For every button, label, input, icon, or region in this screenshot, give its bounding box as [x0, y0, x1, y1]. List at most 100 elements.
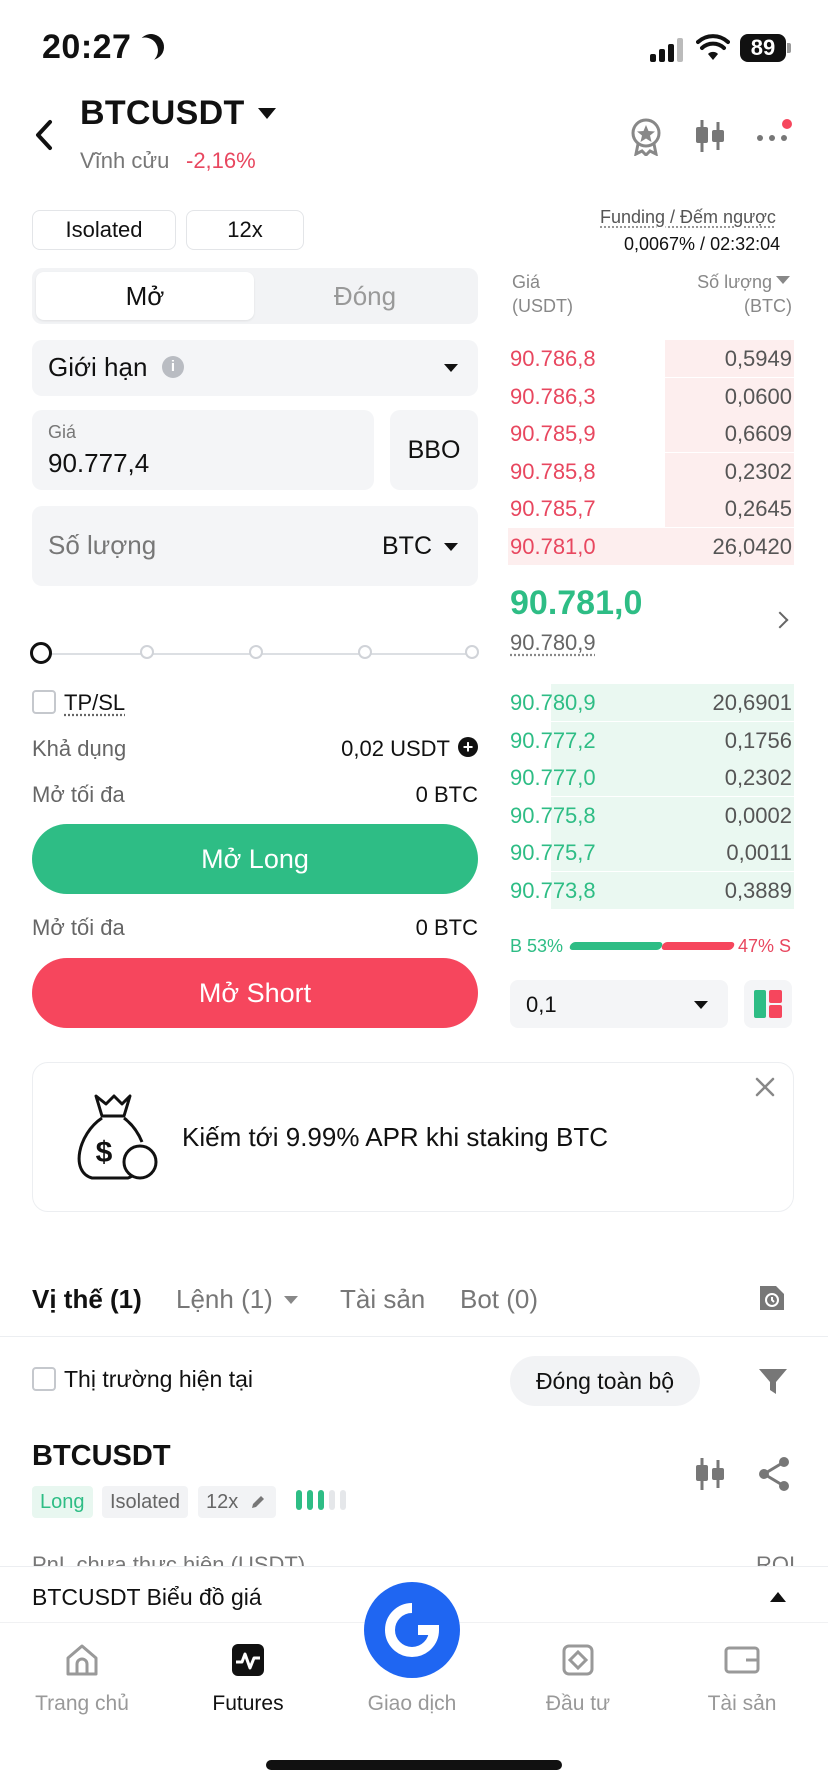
chevron-down-icon	[444, 543, 458, 551]
orderbook-price-header: Giá (USDT)	[512, 270, 573, 318]
quantity-unit-select[interactable]: BTC	[382, 532, 432, 561]
bid-row[interactable]: 90.775,8 0,0002	[508, 796, 794, 834]
layout-icon	[754, 990, 782, 1018]
info-icon[interactable]: i	[162, 356, 184, 378]
available-value: 0,02 USDT	[341, 736, 450, 761]
max-open-short-value: 0 BTC	[415, 915, 478, 940]
bid-price: 90.775,8	[510, 802, 596, 828]
ask-row[interactable]: 90.785,8 0,2302	[508, 452, 794, 490]
position-symbol[interactable]: BTCUSDT	[32, 1440, 171, 1473]
ask-price: 90.786,8	[510, 346, 596, 371]
bid-price: 90.780,9	[510, 690, 596, 715]
current-market-checkbox[interactable]	[32, 1367, 56, 1391]
bid-quantity: 20,6901	[712, 690, 792, 715]
tab-open[interactable]: Mở	[36, 272, 254, 320]
margin-mode-button[interactable]: Isolated	[32, 210, 176, 250]
pair-title[interactable]: BTCUSDT	[80, 94, 245, 133]
ask-quantity: 0,5949	[724, 346, 792, 371]
funding-value: 0,0067% / 02:32:04	[624, 234, 781, 254]
position-leverage-badge[interactable]: 12x	[198, 1486, 276, 1518]
slider-step-50[interactable]	[249, 645, 263, 659]
filter-icon[interactable]	[756, 1364, 790, 1398]
add-funds-icon[interactable]: +	[458, 737, 478, 757]
chevron-down-icon	[284, 1296, 298, 1304]
tab-close[interactable]: Đóng	[256, 272, 474, 320]
tpsl-checkbox[interactable]	[32, 690, 56, 714]
close-icon[interactable]	[754, 1076, 776, 1098]
futures-icon	[232, 1644, 264, 1676]
edit-icon	[251, 1496, 264, 1508]
nav-home-label: Trang chủ	[35, 1692, 129, 1715]
ask-quantity: 0,2645	[724, 496, 792, 521]
open-short-button[interactable]: Mở Short	[32, 958, 478, 1028]
max-open-long-value: 0 BTC	[415, 782, 478, 807]
tab-positions[interactable]: Vị thế (1)	[32, 1284, 142, 1315]
slider-step-75[interactable]	[358, 645, 372, 659]
bid-row[interactable]: 90.777,0 0,2302	[508, 759, 794, 796]
price-label: Giá	[48, 422, 77, 442]
last-price[interactable]: 90.781,0	[510, 584, 642, 623]
candlestick-icon[interactable]	[690, 1454, 730, 1494]
bid-row[interactable]: 90.780,9 20,6901	[508, 684, 794, 721]
share-icon[interactable]	[754, 1454, 794, 1494]
tab-orders[interactable]: Lệnh (1)	[176, 1284, 273, 1315]
nav-assets-label: Tài sản	[707, 1692, 777, 1715]
more-icon[interactable]	[754, 116, 794, 156]
leverage-value: 12x	[206, 1491, 239, 1513]
ask-row[interactable]: 90.785,7 0,2645	[508, 490, 794, 527]
open-long-button[interactable]: Mở Long	[32, 824, 478, 894]
bid-price: 90.777,2	[510, 727, 596, 753]
battery-icon: 89	[740, 34, 786, 62]
ask-price: 90.786,3	[510, 383, 596, 409]
bbo-button[interactable]: BBO	[390, 410, 478, 490]
orderbook-qty-header[interactable]: Số lượng (BTC)	[672, 270, 792, 318]
ask-row[interactable]: 90.786,3 0,0600	[508, 377, 794, 415]
risk-level-bars	[296, 1490, 351, 1510]
tab-bots[interactable]: Bot (0)	[460, 1284, 538, 1315]
ask-row[interactable]: 90.786,8 0,5949	[508, 340, 794, 377]
trade-fab-button[interactable]	[364, 1582, 460, 1678]
price-value[interactable]: 90.777,4	[48, 448, 149, 479]
qty-header-label: Số lượng	[697, 272, 772, 292]
ask-quantity: 0,0600	[724, 383, 792, 409]
tpsl-label[interactable]: TP/SL	[64, 690, 125, 716]
candlestick-icon[interactable]	[690, 116, 730, 156]
position-margin-badge: Isolated	[102, 1486, 189, 1518]
current-market-label[interactable]: Thị trường hiện tại	[64, 1366, 253, 1393]
chevron-right-icon[interactable]	[771, 611, 789, 629]
qty-header-unit: (BTC)	[744, 296, 792, 316]
position-side-badge: Long	[32, 1486, 93, 1518]
funding-label[interactable]: Funding / Đếm ngược	[600, 207, 776, 228]
pair-dropdown-icon[interactable]	[258, 108, 276, 119]
buy-ratio-bar	[568, 942, 664, 950]
badge-icon[interactable]	[626, 116, 666, 156]
back-icon[interactable]	[30, 118, 60, 152]
orderbook-layout-button[interactable]	[744, 980, 792, 1028]
bid-quantity: 0,0002	[724, 802, 792, 828]
chevron-down-icon	[776, 276, 790, 284]
slider-step-100[interactable]	[465, 645, 479, 659]
close-all-button[interactable]: Đóng toàn bộ	[510, 1356, 700, 1406]
mark-price[interactable]: 90.780,9	[510, 630, 596, 656]
slider-handle[interactable]	[30, 642, 52, 664]
history-icon[interactable]	[756, 1282, 788, 1314]
leverage-button[interactable]: 12x	[186, 210, 304, 250]
bid-row[interactable]: 90.777,2 0,1756	[508, 721, 794, 759]
tab-assets[interactable]: Tài sản	[340, 1284, 425, 1315]
ask-row[interactable]: 90.785,9 0,6609	[508, 415, 794, 452]
bid-row[interactable]: 90.775,7 0,0011	[508, 834, 794, 871]
slider-step-25[interactable]	[140, 645, 154, 659]
quantity-placeholder: Số lượng	[48, 530, 157, 560]
home-icon	[66, 1644, 98, 1676]
price-header-unit: (USDT)	[512, 296, 573, 316]
buy-ratio: B 53%	[510, 936, 564, 956]
chevron-up-icon[interactable]	[770, 1592, 786, 1602]
nav-trade-label: Giao dịch	[367, 1692, 457, 1715]
bid-price: 90.777,0	[510, 765, 596, 790]
bid-price: 90.775,7	[510, 840, 596, 865]
trade-logo-icon	[385, 1603, 440, 1657]
ask-row[interactable]: 90.781,0 26,0420	[508, 527, 794, 565]
bid-row[interactable]: 90.773,8 0,3889	[508, 871, 794, 909]
bid-quantity: 0,2302	[724, 765, 792, 790]
sell-ratio: 47% S	[738, 936, 792, 956]
